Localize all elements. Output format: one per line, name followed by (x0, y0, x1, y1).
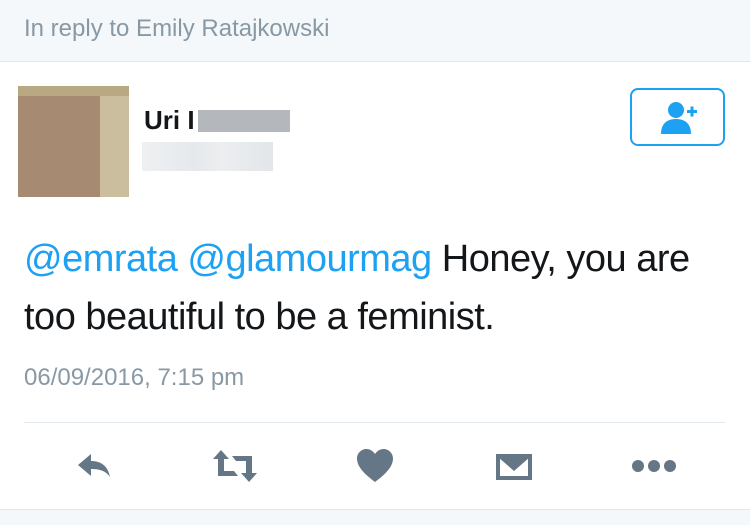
reply-context-text[interactable]: In reply to Emily Ratajkowski (24, 15, 329, 43)
avatar-top-strip (18, 86, 129, 96)
reply-icon (78, 454, 110, 477)
avatar-main-block (18, 96, 100, 197)
author-name[interactable]: Uri I (144, 105, 195, 136)
bottom-separator-bar (0, 509, 750, 525)
reply-context-bar: In reply to Emily Ratajkowski (0, 0, 750, 62)
avatar-side-block (100, 96, 129, 197)
add-user-icon (661, 102, 697, 134)
tweet-timestamp: 06/09/2016, 7:15 pm (24, 364, 245, 391)
heart-icon (357, 449, 393, 482)
author-handle-redaction (142, 142, 273, 171)
envelope-icon (496, 454, 532, 480)
mention-glamourmag[interactable]: @glamourmag (187, 238, 432, 280)
actions-divider (24, 422, 725, 423)
retweet-button[interactable] (211, 446, 259, 486)
more-dots-icon (632, 460, 676, 472)
tweet-text: @emrata @glamourmag Honey, you are too b… (24, 230, 734, 346)
direct-message-button[interactable] (494, 446, 534, 486)
reply-button[interactable] (74, 446, 114, 486)
like-button[interactable] (355, 446, 395, 486)
mention-emrata[interactable]: @emrata (24, 238, 178, 280)
follow-button[interactable] (630, 88, 725, 146)
avatar[interactable] (18, 86, 129, 197)
author-name-redaction (198, 110, 290, 132)
retweet-icon (213, 450, 257, 482)
more-options-button[interactable] (630, 446, 678, 486)
